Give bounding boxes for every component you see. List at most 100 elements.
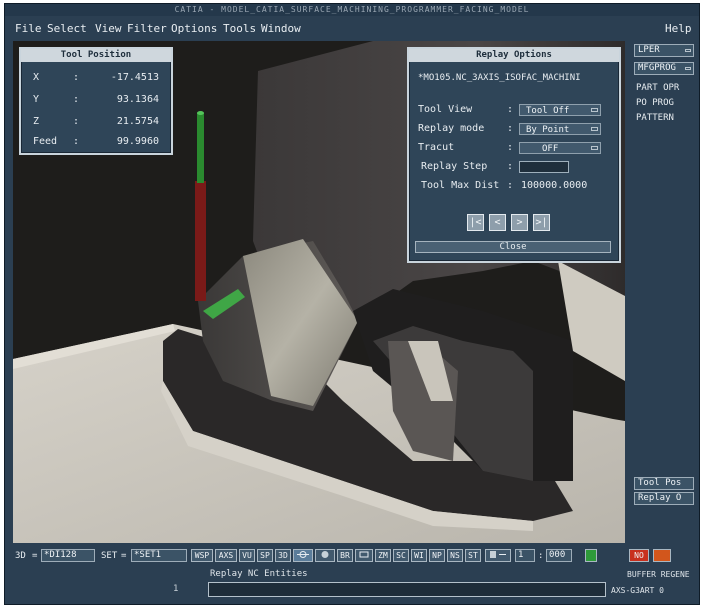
prompt-area: Replay NC Entities 1 BUFFER REGENE AXS-G… xyxy=(5,567,699,604)
last-step-button[interactable]: >| xyxy=(533,214,550,231)
dropdown-icon xyxy=(591,108,598,112)
x-label: X xyxy=(33,72,40,83)
x-value: -17.4513 xyxy=(110,72,159,83)
replay-mode-colon: : xyxy=(507,123,514,134)
st-button[interactable]: ST xyxy=(465,549,481,562)
part-opr-item[interactable]: PART OPR xyxy=(636,82,679,94)
tool-max-dist-colon: : xyxy=(507,180,514,191)
zoom-field[interactable]: 000 xyxy=(546,549,572,562)
catia-window: CATIA - MODEL_CATIA_SURFACE_MACHINING_PR… xyxy=(4,3,700,605)
right-command-panel: LPER MFGPROG PART OPR PO PROG PATTERN To… xyxy=(631,41,699,543)
pattern-item[interactable]: PATTERN xyxy=(636,112,674,124)
replay-step-slider[interactable] xyxy=(519,161,569,173)
wi-button[interactable]: WI xyxy=(411,549,427,562)
menu-bar: File Select View Filter Options Tools Wi… xyxy=(5,19,699,39)
tool-position-panel: Tool Position X : -17.4513 Y : 93.1364 Z… xyxy=(19,47,173,155)
prompt-marker: 1 xyxy=(173,584,179,594)
tracut-label: Tracut xyxy=(418,142,455,153)
previous-step-button[interactable]: < xyxy=(489,214,506,231)
menu-window[interactable]: Window xyxy=(261,22,301,36)
wsp-button[interactable]: WSP xyxy=(191,549,213,562)
menu-options[interactable]: Options xyxy=(171,22,217,36)
x-colon: : xyxy=(73,72,80,83)
ns-button[interactable]: NS xyxy=(447,549,463,562)
3d-viewport[interactable]: Tool Position X : -17.4513 Y : 93.1364 Z… xyxy=(13,41,625,543)
3d-button[interactable]: 3D xyxy=(275,549,291,562)
tool-shank xyxy=(195,181,206,301)
y-value: 93.1364 xyxy=(116,94,159,105)
feed-colon: : xyxy=(73,136,80,147)
rotate-view-icon[interactable] xyxy=(293,549,313,562)
lper-label: LPER xyxy=(638,45,660,55)
replay-step-label: Replay Step xyxy=(421,161,488,172)
tool-view-value: Tool Off xyxy=(526,106,570,116)
status-spacer xyxy=(599,549,611,562)
replay-mode-select[interactable]: By Point xyxy=(519,123,601,135)
set-label: SET xyxy=(101,551,118,561)
po-prog-item[interactable]: PO PROG xyxy=(636,97,674,109)
sp-button[interactable]: SP xyxy=(257,549,273,562)
y-label: Y xyxy=(33,94,40,105)
sc-button[interactable]: SC xyxy=(393,549,409,562)
program-name: *MO105.NC_3AXIS_ISOFAC_MACHINI xyxy=(418,73,581,83)
tool-view-label: Tool View xyxy=(418,104,473,115)
layer-icon[interactable] xyxy=(355,549,373,562)
tool-position-title: Tool Position xyxy=(21,49,171,62)
page-field[interactable]: 1 xyxy=(515,549,535,562)
dropdown-icon xyxy=(591,146,598,150)
vu-button[interactable]: VU xyxy=(239,549,255,562)
page-icon[interactable] xyxy=(485,549,511,562)
first-step-button[interactable]: |< xyxy=(467,214,484,231)
menu-help[interactable]: Help xyxy=(665,22,692,36)
replay-mode-label: Replay mode xyxy=(418,123,485,134)
feed-label: Feed xyxy=(33,136,58,147)
tracut-value: OFF xyxy=(542,144,559,154)
mode-sep: = xyxy=(32,551,38,561)
lper-select[interactable]: LPER xyxy=(634,44,694,57)
z-value: 21.5754 xyxy=(116,116,159,127)
menu-filter[interactable]: Filter xyxy=(127,22,167,36)
br-button[interactable]: BR xyxy=(337,549,353,562)
mfgprog-label: MFGPROG xyxy=(638,63,676,73)
menu-file[interactable]: File xyxy=(15,22,42,36)
replay-options-title: Replay Options xyxy=(409,49,619,62)
replay-options-panel: Replay Options *MO105.NC_3AXIS_ISOFAC_MA… xyxy=(407,47,621,263)
tool-pos-button[interactable]: Tool Pos xyxy=(634,477,694,490)
mode-label: 3D xyxy=(15,551,26,561)
set-field[interactable]: *SET1 xyxy=(131,549,187,562)
shading-icon[interactable] xyxy=(315,549,335,562)
set-sep: = xyxy=(121,551,127,561)
mfgprog-select[interactable]: MFGPROG xyxy=(634,62,694,75)
tool-max-dist-value[interactable]: 100000.0000 xyxy=(521,179,587,192)
dropdown-icon xyxy=(685,49,691,52)
alert-indicator xyxy=(653,549,671,562)
zm-button[interactable]: ZM xyxy=(375,549,391,562)
next-step-button[interactable]: > xyxy=(511,214,528,231)
z-colon: : xyxy=(73,116,80,127)
doc-field[interactable]: *DI128 xyxy=(41,549,95,562)
axs-button[interactable]: AXS xyxy=(215,549,237,562)
replay-mode-value: By Point xyxy=(526,125,570,135)
no-button[interactable]: NO xyxy=(629,549,649,562)
menu-tools[interactable]: Tools xyxy=(223,22,256,36)
command-input[interactable] xyxy=(208,582,606,597)
tracut-select[interactable]: OFF xyxy=(519,142,601,154)
axis-status: AXS-G3ART 0 xyxy=(611,586,664,595)
z-label: Z xyxy=(33,116,40,127)
menu-view[interactable]: View xyxy=(95,22,122,36)
tool-view-select[interactable]: Tool Off xyxy=(519,104,601,116)
y-colon: : xyxy=(73,94,80,105)
dropdown-icon xyxy=(591,127,598,131)
buffer-status: BUFFER REGENE xyxy=(627,570,690,579)
menu-select[interactable]: Select xyxy=(47,22,87,36)
feed-value: 99.9960 xyxy=(116,136,159,147)
replay-button[interactable]: Replay O xyxy=(634,492,694,505)
dropdown-icon xyxy=(685,67,691,70)
tool-view-colon: : xyxy=(507,104,514,115)
replay-step-colon: : xyxy=(507,161,514,172)
green-status-indicator xyxy=(585,549,597,562)
tool-holder xyxy=(197,113,204,183)
close-button[interactable]: Close xyxy=(415,241,611,253)
status-toolbar: 3D = *DI128 SET = *SET1 WSP AXS VU SP 3D… xyxy=(5,544,699,566)
np-button[interactable]: NP xyxy=(429,549,445,562)
